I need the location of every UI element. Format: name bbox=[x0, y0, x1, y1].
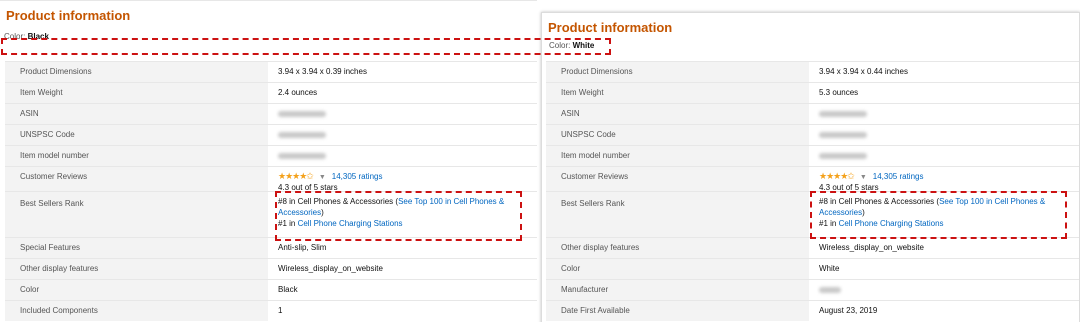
ratings-link[interactable]: 14,305 ratings bbox=[873, 172, 924, 181]
bsr-highlight-box-left bbox=[275, 191, 522, 241]
row-value-redacted bbox=[809, 104, 1079, 124]
redacted-value bbox=[819, 131, 867, 138]
table-row: Item model number bbox=[546, 145, 1079, 166]
row-label: Item Weight bbox=[5, 83, 268, 103]
redacted-value bbox=[819, 152, 867, 159]
row-label: Included Components bbox=[5, 301, 268, 321]
row-label: ASIN bbox=[5, 104, 268, 124]
redacted-value bbox=[278, 110, 326, 117]
row-value: 5.3 ounces bbox=[819, 88, 859, 97]
row-label: UNSPSC Code bbox=[546, 125, 809, 145]
redacted-value bbox=[278, 152, 326, 159]
row-label: Best Sellers Rank bbox=[546, 192, 809, 237]
table-row: Manufacturer bbox=[546, 279, 1079, 300]
row-value: Wireless_display_on_website bbox=[278, 264, 383, 273]
row-value-redacted bbox=[809, 280, 1079, 300]
row-label: UNSPSC Code bbox=[5, 125, 268, 145]
ratings-link[interactable]: 14,305 ratings bbox=[332, 172, 383, 181]
row-label: Item model number bbox=[5, 146, 268, 166]
table-row: Item model number bbox=[5, 145, 537, 166]
table-row: Customer Reviews ★★★★✩ ▼ 14,305 ratings 4.… bbox=[5, 166, 537, 192]
table-row: Other display features Wireless_display_… bbox=[546, 237, 1079, 258]
table-row: Included Components 1 bbox=[5, 300, 537, 321]
bsr-highlight-box-right bbox=[810, 191, 1067, 239]
row-value: August 23, 2019 bbox=[819, 306, 878, 315]
row-value: 2.4 ounces bbox=[278, 88, 318, 97]
row-label: Date First Available bbox=[546, 301, 809, 321]
row-label: Special Features bbox=[5, 238, 268, 258]
table-row: Other display features Wireless_display_… bbox=[5, 258, 537, 279]
row-value: Black bbox=[278, 285, 298, 294]
table-row: Color White bbox=[546, 258, 1079, 279]
customer-reviews-value: ★★★★✩ ▼ 14,305 ratings 4.3 out of 5 stars bbox=[809, 167, 1079, 192]
row-label: Item model number bbox=[546, 146, 809, 166]
row-value: White bbox=[819, 264, 840, 273]
row-value: Anti-slip, Slim bbox=[278, 243, 327, 252]
table-row: ASIN bbox=[5, 103, 537, 124]
color-highlight-box bbox=[1, 38, 611, 55]
table-row: ASIN bbox=[546, 103, 1079, 124]
customer-reviews-value: ★★★★✩ ▼ 14,305 ratings 4.3 out of 5 stars bbox=[268, 167, 537, 192]
row-value-redacted bbox=[268, 104, 537, 124]
row-value-redacted bbox=[809, 125, 1079, 145]
row-label: Manufacturer bbox=[546, 280, 809, 300]
redacted-value bbox=[819, 286, 841, 293]
row-label: Product Dimensions bbox=[546, 62, 809, 82]
product-info-panel-right: Product information Color: White Product… bbox=[541, 12, 1080, 322]
row-label: Best Sellers Rank bbox=[5, 192, 268, 237]
row-label: Product Dimensions bbox=[5, 62, 268, 82]
table-row: Item Weight 5.3 ounces bbox=[546, 82, 1079, 103]
row-label: Other display features bbox=[5, 259, 268, 279]
table-row: Product Dimensions 3.94 x 3.94 x 0.39 in… bbox=[5, 61, 537, 82]
table-row: Customer Reviews ★★★★✩ ▼ 14,305 ratings 4.… bbox=[546, 166, 1079, 192]
table-row: Item Weight 2.4 ounces bbox=[5, 82, 537, 103]
table-row: Color Black bbox=[5, 279, 537, 300]
row-label: Customer Reviews bbox=[546, 167, 809, 191]
chevron-down-icon[interactable]: ▼ bbox=[860, 174, 867, 181]
star-rating-icon[interactable]: ★★★★✩ bbox=[819, 171, 855, 181]
row-label: Other display features bbox=[546, 238, 809, 258]
table-row: Product Dimensions 3.94 x 3.94 x 0.44 in… bbox=[546, 61, 1079, 82]
row-value-redacted bbox=[268, 125, 537, 145]
row-value: 1 bbox=[278, 306, 283, 315]
row-value: 3.94 x 3.94 x 0.39 inches bbox=[278, 67, 367, 76]
row-value-redacted bbox=[268, 146, 537, 166]
table-row: Date First Available August 23, 2019 bbox=[546, 300, 1079, 321]
row-value-redacted bbox=[809, 146, 1079, 166]
row-label: Customer Reviews bbox=[5, 167, 268, 191]
chevron-down-icon[interactable]: ▼ bbox=[319, 174, 326, 181]
row-value: Wireless_display_on_website bbox=[819, 243, 924, 252]
row-label: ASIN bbox=[546, 104, 809, 124]
redacted-value bbox=[278, 131, 326, 138]
table-row: UNSPSC Code bbox=[546, 124, 1079, 145]
row-label: Color bbox=[5, 280, 268, 300]
section-title: Product information bbox=[6, 8, 131, 23]
star-rating-icon[interactable]: ★★★★✩ bbox=[278, 171, 314, 181]
table-row: UNSPSC Code bbox=[5, 124, 537, 145]
section-title: Product information bbox=[548, 20, 673, 35]
row-value: 3.94 x 3.94 x 0.44 inches bbox=[819, 67, 908, 76]
row-label: Color bbox=[546, 259, 809, 279]
redacted-value bbox=[819, 110, 867, 117]
row-label: Item Weight bbox=[546, 83, 809, 103]
